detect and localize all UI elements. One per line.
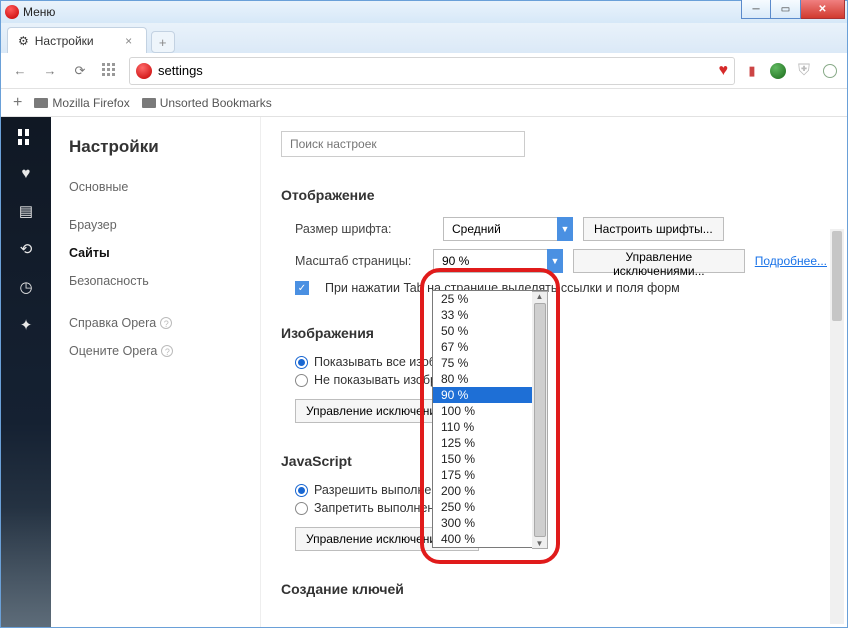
bookmark-sidebar-icon[interactable]: ▮ [743, 62, 761, 80]
minimize-button[interactable]: ─ [741, 0, 771, 19]
history-sidebar-icon[interactable]: ◷ [19, 278, 32, 296]
images-hide-radio[interactable] [295, 374, 308, 387]
font-size-select[interactable]: Средний ▼ [443, 217, 573, 241]
settings-search-input[interactable] [281, 131, 525, 157]
configure-fonts-button[interactable]: Настроить шрифты... [583, 217, 724, 241]
zoom-option[interactable]: 90 % [433, 387, 547, 403]
shield-icon[interactable]: ⛨ [795, 62, 813, 80]
help-icon: ? [161, 345, 173, 357]
menu-label[interactable]: Меню [23, 5, 55, 19]
address-bar[interactable]: ♥ [129, 57, 735, 85]
dropdown-scrollbar-thumb[interactable] [534, 303, 546, 537]
url-input[interactable] [158, 63, 713, 78]
bookmarks-bar: + Mozilla Firefox Unsorted Bookmarks [1, 89, 847, 117]
nav-basic[interactable]: Основные [51, 173, 260, 201]
heart-icon[interactable]: ♥ [719, 62, 729, 80]
sidebar-decor [1, 507, 51, 627]
scroll-up-icon[interactable]: ▲ [536, 292, 544, 301]
zoom-option[interactable]: 67 % [433, 339, 547, 355]
zoom-option[interactable]: 150 % [433, 451, 547, 467]
learn-more-link[interactable]: Подробнее... [755, 254, 827, 268]
zoom-option[interactable]: 400 % [433, 531, 547, 547]
zoom-option[interactable]: 125 % [433, 435, 547, 451]
settings-content: Отображение Размер шрифта: Средний ▼ Нас… [261, 117, 847, 627]
scroll-down-icon[interactable]: ▼ [536, 539, 544, 548]
extensions-sidebar-icon[interactable]: ✦ [20, 316, 33, 334]
globe-icon[interactable] [769, 62, 787, 80]
font-size-label: Размер шрифта: [295, 222, 433, 236]
settings-nav: Настройки Основные Браузер Сайты Безопас… [51, 117, 261, 627]
tab-strip: ⚙ Настройки × + [1, 23, 847, 53]
add-bookmark-button[interactable]: + [13, 94, 22, 112]
toolbar: ← → ⟳ ♥ ▮ ⛨ [1, 53, 847, 89]
sidebar: ♥ ▤ ⟲ ◷ ✦ [1, 117, 51, 627]
nav-rate[interactable]: Оцените Opera? [51, 337, 260, 365]
window-titlebar: Меню ─ ▭ ✕ [1, 1, 847, 23]
close-button[interactable]: ✕ [801, 0, 845, 19]
section-images-title: Изображения [281, 325, 827, 341]
maximize-button[interactable]: ▭ [771, 0, 801, 19]
js-deny-radio[interactable] [295, 502, 308, 515]
tab-settings[interactable]: ⚙ Настройки × [7, 27, 147, 53]
reload-button[interactable]: ⟳ [69, 60, 91, 82]
zoom-exceptions-button[interactable]: Управление исключениями... [573, 249, 745, 273]
zoom-option[interactable]: 175 % [433, 467, 547, 483]
forward-button[interactable]: → [39, 60, 61, 82]
section-display-title: Отображение [281, 187, 827, 203]
js-allow-radio[interactable] [295, 484, 308, 497]
zoom-option[interactable]: 110 % [433, 419, 547, 435]
images-show-radio[interactable] [295, 356, 308, 369]
help-icon: ? [160, 317, 172, 329]
folder-icon [142, 98, 156, 108]
section-js-title: JavaScript [281, 453, 827, 469]
tab-title: Настройки [35, 34, 94, 48]
new-tab-button[interactable]: + [151, 31, 175, 53]
bookmark-folder-unsorted[interactable]: Unsorted Bookmarks [142, 96, 272, 110]
back-button[interactable]: ← [9, 60, 31, 82]
settings-heading: Настройки [51, 131, 260, 173]
zoom-option[interactable]: 25 % [433, 291, 547, 307]
gear-icon: ⚙ [18, 34, 29, 48]
nav-security[interactable]: Безопасность [51, 267, 260, 295]
page-zoom-label: Масштаб страницы: [295, 254, 423, 268]
tabs-sidebar-icon[interactable]: ⟲ [20, 240, 33, 258]
folder-icon [34, 98, 48, 108]
speed-dial-sidebar-icon[interactable] [18, 129, 34, 145]
section-keys-title: Создание ключей [281, 581, 827, 597]
zoom-option[interactable]: 250 % [433, 499, 547, 515]
opera-logo-icon[interactable] [5, 5, 19, 19]
zoom-option[interactable]: 200 % [433, 483, 547, 499]
zoom-option[interactable]: 300 % [433, 515, 547, 531]
battery-icon[interactable] [821, 62, 839, 80]
scrollbar-thumb[interactable] [832, 231, 842, 321]
page-zoom-select[interactable]: 90 % ▼ [433, 249, 563, 273]
news-sidebar-icon[interactable]: ▤ [19, 202, 33, 220]
tab-highlight-checkbox[interactable]: ✓ [295, 281, 309, 295]
nav-help[interactable]: Справка Opera? [51, 309, 260, 337]
zoom-option[interactable]: 100 % [433, 403, 547, 419]
zoom-option[interactable]: 33 % [433, 307, 547, 323]
zoom-option[interactable]: 50 % [433, 323, 547, 339]
bookmark-folder-firefox[interactable]: Mozilla Firefox [34, 96, 129, 110]
heart-sidebar-icon[interactable]: ♥ [22, 165, 31, 182]
zoom-dropdown-list[interactable]: 25 %33 %50 %67 %75 %80 %90 %100 %110 %12… [432, 290, 548, 548]
nav-browser[interactable]: Браузер [51, 211, 260, 239]
zoom-option[interactable]: 80 % [433, 371, 547, 387]
nav-sites[interactable]: Сайты [51, 239, 260, 267]
tab-close-button[interactable]: × [122, 34, 136, 48]
page-scrollbar[interactable] [830, 229, 844, 624]
opera-o-icon [136, 63, 152, 79]
zoom-option[interactable]: 75 % [433, 355, 547, 371]
speed-dial-icon[interactable] [99, 60, 121, 82]
